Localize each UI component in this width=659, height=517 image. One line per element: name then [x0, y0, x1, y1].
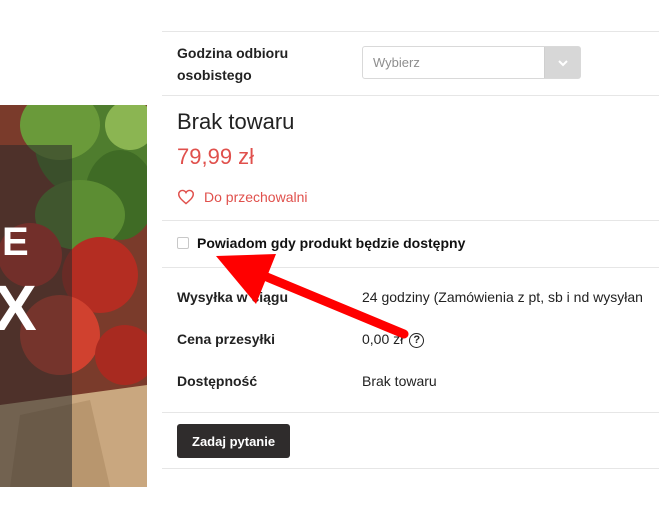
divider [162, 412, 659, 413]
heart-icon [177, 189, 195, 205]
pickup-time-label: Godzina odbioru osobistego [177, 45, 289, 83]
detail-label: Cena przesyłki [177, 331, 276, 347]
divider [162, 468, 659, 469]
product-price: 79,99 zł [177, 144, 255, 169]
chevron-down-icon[interactable] [544, 47, 580, 78]
shipping-cost-value: 0,00 zł [362, 331, 404, 347]
notify-when-available[interactable]: Powiadom gdy produkt będzie dostępny [177, 235, 465, 251]
detail-label: Dostępność [177, 373, 258, 389]
detail-value: 0,00 zł? [362, 331, 425, 348]
pickup-time-select[interactable]: Wybierz [362, 46, 581, 79]
wishlist-label: Do przechowalni [204, 189, 308, 205]
add-to-wishlist-link[interactable]: Do przechowalni [177, 189, 308, 205]
divider [162, 95, 659, 96]
svg-text:E: E [2, 220, 29, 264]
detail-label: Wysyłka w ciągu [177, 289, 289, 305]
help-icon[interactable]: ? [409, 332, 425, 348]
notify-label: Powiadom gdy produkt będzie dostępny [197, 235, 466, 251]
detail-value: 24 godziny (Zamówienia z pt, sb i nd wys… [362, 289, 643, 305]
divider [162, 220, 659, 221]
select-placeholder: Wybierz [373, 55, 420, 70]
product-image: E X [0, 105, 147, 487]
ask-question-button[interactable]: Zadaj pytanie [177, 424, 291, 458]
detail-value: Brak towaru [362, 373, 437, 389]
notify-checkbox[interactable] [177, 237, 189, 249]
divider [162, 267, 659, 268]
svg-text:X: X [0, 272, 37, 344]
divider [162, 31, 659, 32]
product-title: Brak towaru [177, 109, 295, 134]
